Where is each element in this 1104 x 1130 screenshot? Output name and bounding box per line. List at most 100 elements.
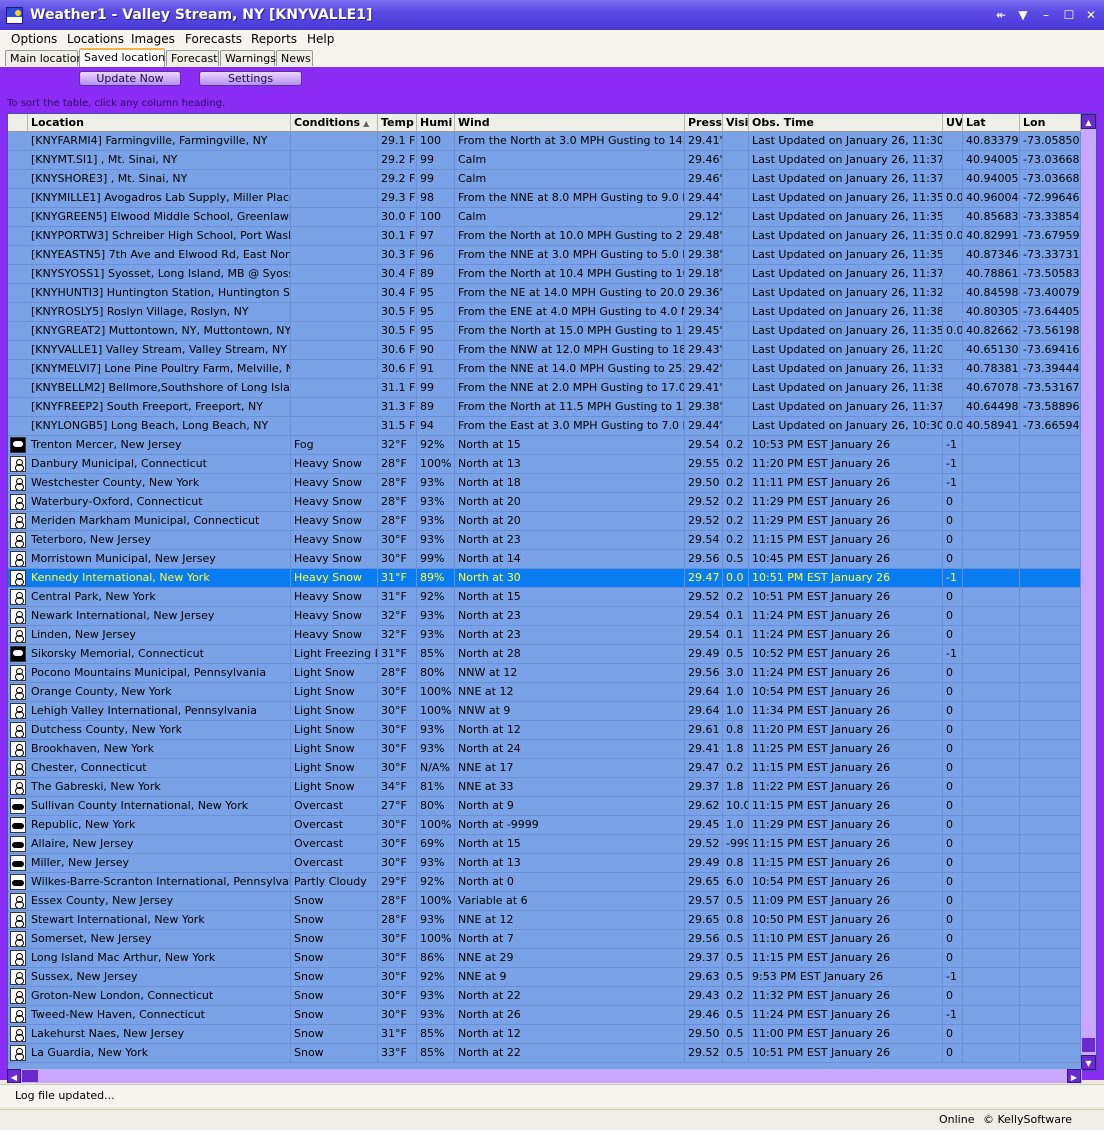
menu-images[interactable]: Images: [131, 32, 175, 46]
scroll-down-icon[interactable]: ▼: [1081, 1055, 1096, 1070]
cell-wind: From the North at 15.0 MPH Gusting to 15…: [455, 322, 685, 340]
table-row[interactable]: Somerset, New Jersey Snow 30°F 100% North at…: [8, 930, 1081, 949]
table-row[interactable]: [KNYMT.SI1] , Mt. Sinai, NY 29.2 F 99 Calm 2…: [8, 151, 1081, 170]
settings-button[interactable]: Settings: [199, 71, 302, 86]
title-bar[interactable]: Weather1 - Valley Stream, NY [KNYVALLE1]…: [0, 0, 1104, 30]
vertical-scrollbar[interactable]: ▲ ▼: [1081, 114, 1096, 1070]
table-row[interactable]: Linden, New Jersey Heavy Snow 32°F 93% North…: [8, 626, 1081, 645]
table-row[interactable]: [KNYLONGB5] Long Beach, Long Beach, NY 31…: [8, 417, 1081, 436]
table-row[interactable]: [KNYSYOSS1] Syosset, Long Island, MB @ S…: [8, 265, 1081, 284]
table-row[interactable]: Sullivan County International, New York O…: [8, 797, 1081, 816]
column-header-pressure[interactable]: Press: [685, 114, 723, 132]
cell-temp: 34°F: [378, 778, 417, 796]
dropdown-icon[interactable]: ▼: [1014, 7, 1032, 23]
tab-forecast[interactable]: Forecast: [166, 50, 219, 66]
table-row[interactable]: Wilkes-Barre-Scranton International, Pen…: [8, 873, 1081, 892]
table-row[interactable]: [KNYVALLE1] Valley Stream, Valley Stream…: [8, 341, 1081, 360]
table-row[interactable]: La Guardia, New York Snow 33°F 85% North at …: [8, 1044, 1081, 1063]
scroll-thumb[interactable]: [1082, 1038, 1095, 1052]
column-header-lon[interactable]: Lon: [1020, 114, 1081, 132]
table-row[interactable]: The Gabreski, New York Light Snow 34°F 81% N…: [8, 778, 1081, 797]
hscroll-thumb[interactable]: [22, 1070, 38, 1082]
table-row[interactable]: [KNYFREEP2] South Freeport, Freeport, NY…: [8, 398, 1081, 417]
menu-help[interactable]: Help: [307, 32, 334, 46]
tab-news[interactable]: News: [276, 50, 313, 66]
table-row[interactable]: Teterboro, New Jersey Heavy Snow 30°F 93% No…: [8, 531, 1081, 550]
table-row[interactable]: Sikorsky Memorial, Connecticut Light Free…: [8, 645, 1081, 664]
menu-locations[interactable]: Locations: [67, 32, 124, 46]
cell-lat: 40.845985: [963, 284, 1020, 302]
table-row[interactable]: Westchester County, New York Heavy Snow 28…: [8, 474, 1081, 493]
column-header-conditions[interactable]: Conditions ▲: [291, 114, 378, 132]
table-row[interactable]: [KNYGREAT2] Muttontown, NY, Muttontown, …: [8, 322, 1081, 341]
cell-obs-time: 11:25 PM EST January 26: [749, 740, 943, 758]
scroll-up-icon[interactable]: ▲: [1081, 114, 1096, 129]
table-row[interactable]: Allaire, New Jersey Overcast 30°F 69% North …: [8, 835, 1081, 854]
table-row[interactable]: Newark International, New Jersey Heavy Sn…: [8, 607, 1081, 626]
table-row[interactable]: Kennedy International, New York Heavy Sno…: [8, 569, 1081, 588]
table-row[interactable]: [KNYMILLE1] Avogadros Lab Supply, Miller…: [8, 189, 1081, 208]
cell-visibility: 6.0: [723, 873, 749, 891]
column-header-obs-time[interactable]: Obs. Time: [749, 114, 943, 132]
scroll-right-icon[interactable]: ▶: [1067, 1069, 1081, 1083]
table-row[interactable]: Republic, New York Overcast 30°F 100% North …: [8, 816, 1081, 835]
tab-warnings[interactable]: Warnings: [220, 50, 276, 66]
table-row[interactable]: Groton-New London, Connecticut Snow 30°F 93…: [8, 987, 1081, 1006]
table-row[interactable]: Long Island Mac Arthur, New York Snow 30°F…: [8, 949, 1081, 968]
table-row[interactable]: Lehigh Valley International, Pennsylvani…: [8, 702, 1081, 721]
table-row[interactable]: Brookhaven, New York Light Snow 30°F 93% Nor…: [8, 740, 1081, 759]
cell-lon: [1020, 474, 1081, 492]
locations-table[interactable]: Location Conditions ▲ Temp Humi Wind Press Visi…: [7, 113, 1097, 1071]
menu-forecasts[interactable]: Forecasts: [185, 32, 242, 46]
table-row[interactable]: [KNYEASTN5] 7th Ave and Elwood Rd, East …: [8, 246, 1081, 265]
rollup-icon[interactable]: ↞: [992, 7, 1010, 23]
table-row[interactable]: [KNYBELLM2] Bellmore,Southshore of Long …: [8, 379, 1081, 398]
snow-icon: [10, 969, 26, 985]
table-row[interactable]: [KNYGREEN5] Elwood Middle School, Greenl…: [8, 208, 1081, 227]
horizontal-scrollbar[interactable]: ◀ ▶: [7, 1069, 1082, 1083]
cell-conditions: [291, 265, 378, 283]
column-header-location[interactable]: Location: [28, 114, 291, 132]
menu-reports[interactable]: Reports: [251, 32, 297, 46]
cell-wind: North at 22: [455, 1044, 685, 1062]
table-row[interactable]: Miller, New Jersey Overcast 30°F 93% North a…: [8, 854, 1081, 873]
column-header-temp[interactable]: Temp: [378, 114, 417, 132]
table-row[interactable]: Essex County, New Jersey Snow 28°F 100% Vari…: [8, 892, 1081, 911]
cell-visibility: 0.8: [723, 911, 749, 929]
table-row[interactable]: Danbury Municipal, Connecticut Heavy Snow…: [8, 455, 1081, 474]
table-row[interactable]: Chester, Connecticut Light Snow 30°F N/A% NN…: [8, 759, 1081, 778]
column-header-uv[interactable]: UV: [943, 114, 963, 132]
table-row[interactable]: Stewart International, New York Snow 28°F 9…: [8, 911, 1081, 930]
scroll-left-icon[interactable]: ◀: [7, 1069, 21, 1083]
maximize-button[interactable]: ☐: [1060, 7, 1078, 23]
table-row[interactable]: Sussex, New Jersey Snow 30°F 92% NNE at 9 29.…: [8, 968, 1081, 987]
column-header-wind[interactable]: Wind: [455, 114, 685, 132]
table-row[interactable]: [KNYHUNTI3] Huntington Station, Huntingt…: [8, 284, 1081, 303]
close-button[interactable]: ✕: [1082, 7, 1100, 23]
update-now-button[interactable]: Update Now: [79, 71, 181, 86]
table-row[interactable]: Pocono Mountains Municipal, Pennsylvania…: [8, 664, 1081, 683]
table-row[interactable]: Lakehurst Naes, New Jersey Snow 31°F 85% Nor…: [8, 1025, 1081, 1044]
tab-main-location[interactable]: Main location: [5, 50, 83, 66]
cell-location: [KNYGREAT2] Muttontown, NY, Muttontown, …: [28, 322, 291, 340]
column-header-humidity[interactable]: Humi: [417, 114, 455, 132]
column-header-visibility[interactable]: Visil: [723, 114, 749, 132]
table-row[interactable]: [KNYMELVI7] Lone Pine Poultry Farm, Melv…: [8, 360, 1081, 379]
table-row[interactable]: Dutchess County, New York Light Snow 30°F 9…: [8, 721, 1081, 740]
table-row[interactable]: [KNYSHORE3] , Mt. Sinai, NY 29.2 F 99 Calm 2…: [8, 170, 1081, 189]
column-header-lat[interactable]: Lat: [963, 114, 1020, 132]
table-row[interactable]: Morristown Municipal, New Jersey Heavy Sn…: [8, 550, 1081, 569]
table-row[interactable]: Tweed-New Haven, Connecticut Snow 30°F 93% N…: [8, 1006, 1081, 1025]
table-row[interactable]: Trenton Mercer, New Jersey Fog 32°F 92% Nort…: [8, 436, 1081, 455]
table-row[interactable]: Meriden Markham Municipal, Connecticut He…: [8, 512, 1081, 531]
minimize-button[interactable]: –: [1037, 7, 1055, 23]
table-row[interactable]: Waterbury-Oxford, Connecticut Heavy Snow 2…: [8, 493, 1081, 512]
table-row[interactable]: [KNYFARMI4] Farmingville, Farmingville, …: [8, 132, 1081, 151]
cell-wind: North at 13: [455, 854, 685, 872]
table-row[interactable]: Central Park, New York Heavy Snow 31°F 92% N…: [8, 588, 1081, 607]
menu-options[interactable]: Options: [11, 32, 57, 46]
table-row[interactable]: Orange County, New York Light Snow 30°F 100…: [8, 683, 1081, 702]
table-row[interactable]: [KNYPORTW3] Schreiber High School, Port …: [8, 227, 1081, 246]
table-row[interactable]: [KNYROSLY5] Roslyn Village, Roslyn, NY 30…: [8, 303, 1081, 322]
tab-saved-locations[interactable]: Saved locations: [79, 48, 171, 67]
